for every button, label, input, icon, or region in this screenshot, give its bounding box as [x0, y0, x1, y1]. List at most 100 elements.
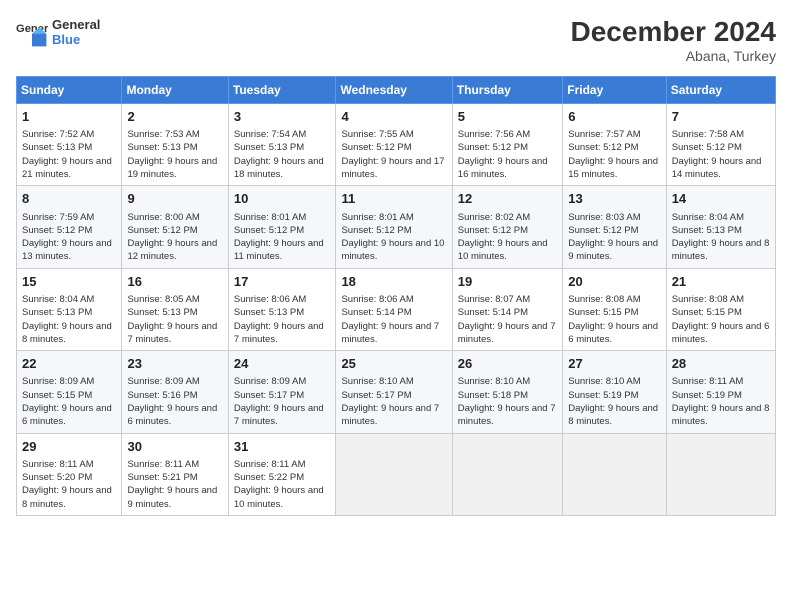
- day-info: Sunrise: 8:11 AMSunset: 5:19 PMDaylight:…: [672, 375, 770, 428]
- day-number: 21: [672, 273, 770, 291]
- day-info: Sunrise: 8:04 AMSunset: 5:13 PMDaylight:…: [22, 293, 116, 346]
- day-number: 20: [568, 273, 660, 291]
- day-number: 6: [568, 108, 660, 126]
- day-number: 23: [127, 355, 222, 373]
- col-header-monday: Monday: [122, 77, 228, 104]
- calendar-cell: [666, 433, 775, 515]
- calendar-cell: 27 Sunrise: 8:10 AMSunset: 5:19 PMDayligh…: [563, 351, 666, 433]
- day-info: Sunrise: 8:08 AMSunset: 5:15 PMDaylight:…: [672, 293, 770, 346]
- day-info: Sunrise: 7:54 AMSunset: 5:13 PMDaylight:…: [234, 128, 331, 181]
- day-info: Sunrise: 8:09 AMSunset: 5:17 PMDaylight:…: [234, 375, 331, 428]
- day-number: 11: [341, 190, 446, 208]
- calendar-cell: 7 Sunrise: 7:58 AMSunset: 5:12 PMDaylight…: [666, 104, 775, 186]
- page-header: General General Blue December 2024 Abana…: [16, 16, 776, 64]
- day-number: 10: [234, 190, 331, 208]
- calendar-cell: 15 Sunrise: 8:04 AMSunset: 5:13 PMDayligh…: [17, 268, 122, 350]
- day-number: 16: [127, 273, 222, 291]
- calendar-cell: 28 Sunrise: 8:11 AMSunset: 5:19 PMDayligh…: [666, 351, 775, 433]
- calendar-cell: 9 Sunrise: 8:00 AMSunset: 5:12 PMDaylight…: [122, 186, 228, 268]
- day-info: Sunrise: 7:58 AMSunset: 5:12 PMDaylight:…: [672, 128, 770, 181]
- calendar-cell: 17 Sunrise: 8:06 AMSunset: 5:13 PMDayligh…: [228, 268, 336, 350]
- calendar-table: SundayMondayTuesdayWednesdayThursdayFrid…: [16, 76, 776, 516]
- calendar-cell: 8 Sunrise: 7:59 AMSunset: 5:12 PMDaylight…: [17, 186, 122, 268]
- month-title: December 2024: [571, 16, 776, 48]
- location: Abana, Turkey: [571, 48, 776, 64]
- day-info: Sunrise: 8:10 AMSunset: 5:17 PMDaylight:…: [341, 375, 446, 428]
- calendar-cell: [336, 433, 452, 515]
- col-header-thursday: Thursday: [452, 77, 562, 104]
- calendar-cell: [452, 433, 562, 515]
- calendar-cell: 21 Sunrise: 8:08 AMSunset: 5:15 PMDayligh…: [666, 268, 775, 350]
- day-info: Sunrise: 8:09 AMSunset: 5:15 PMDaylight:…: [22, 375, 116, 428]
- day-number: 2: [127, 108, 222, 126]
- calendar-cell: 2 Sunrise: 7:53 AMSunset: 5:13 PMDaylight…: [122, 104, 228, 186]
- calendar-cell: 19 Sunrise: 8:07 AMSunset: 5:14 PMDayligh…: [452, 268, 562, 350]
- calendar-cell: 10 Sunrise: 8:01 AMSunset: 5:12 PMDayligh…: [228, 186, 336, 268]
- day-info: Sunrise: 8:11 AMSunset: 5:20 PMDaylight:…: [22, 458, 116, 511]
- day-number: 24: [234, 355, 331, 373]
- day-number: 8: [22, 190, 116, 208]
- day-info: Sunrise: 7:55 AMSunset: 5:12 PMDaylight:…: [341, 128, 446, 181]
- calendar-cell: 20 Sunrise: 8:08 AMSunset: 5:15 PMDayligh…: [563, 268, 666, 350]
- day-number: 30: [127, 438, 222, 456]
- week-row-2: 8 Sunrise: 7:59 AMSunset: 5:12 PMDaylight…: [17, 186, 776, 268]
- day-info: Sunrise: 8:05 AMSunset: 5:13 PMDaylight:…: [127, 293, 222, 346]
- day-number: 12: [458, 190, 557, 208]
- day-number: 31: [234, 438, 331, 456]
- day-info: Sunrise: 7:52 AMSunset: 5:13 PMDaylight:…: [22, 128, 116, 181]
- day-number: 26: [458, 355, 557, 373]
- day-info: Sunrise: 8:10 AMSunset: 5:19 PMDaylight:…: [568, 375, 660, 428]
- calendar-cell: 31Sunrise: 8:11 AMSunset: 5:22 PMDayligh…: [228, 433, 336, 515]
- col-header-sunday: Sunday: [17, 77, 122, 104]
- calendar-cell: 12 Sunrise: 8:02 AMSunset: 5:12 PMDayligh…: [452, 186, 562, 268]
- day-number: 19: [458, 273, 557, 291]
- day-info: Sunrise: 8:06 AMSunset: 5:13 PMDaylight:…: [234, 293, 331, 346]
- day-number: 13: [568, 190, 660, 208]
- calendar-cell: 26 Sunrise: 8:10 AMSunset: 5:18 PMDayligh…: [452, 351, 562, 433]
- day-info: Sunrise: 7:56 AMSunset: 5:12 PMDaylight:…: [458, 128, 557, 181]
- day-number: 9: [127, 190, 222, 208]
- calendar-cell: 14 Sunrise: 8:04 AMSunset: 5:13 PMDayligh…: [666, 186, 775, 268]
- day-info: Sunrise: 8:02 AMSunset: 5:12 PMDaylight:…: [458, 211, 557, 264]
- calendar-cell: 4 Sunrise: 7:55 AMSunset: 5:12 PMDaylight…: [336, 104, 452, 186]
- day-number: 14: [672, 190, 770, 208]
- day-number: 4: [341, 108, 446, 126]
- col-header-tuesday: Tuesday: [228, 77, 336, 104]
- day-info: Sunrise: 8:07 AMSunset: 5:14 PMDaylight:…: [458, 293, 557, 346]
- day-info: Sunrise: 7:53 AMSunset: 5:13 PMDaylight:…: [127, 128, 222, 181]
- calendar-cell: 25 Sunrise: 8:10 AMSunset: 5:17 PMDayligh…: [336, 351, 452, 433]
- day-number: 17: [234, 273, 331, 291]
- day-number: 29: [22, 438, 116, 456]
- day-info: Sunrise: 8:00 AMSunset: 5:12 PMDaylight:…: [127, 211, 222, 264]
- day-info: Sunrise: 8:01 AMSunset: 5:12 PMDaylight:…: [234, 211, 331, 264]
- calendar-cell: 30Sunrise: 8:11 AMSunset: 5:21 PMDayligh…: [122, 433, 228, 515]
- day-info: Sunrise: 8:06 AMSunset: 5:14 PMDaylight:…: [341, 293, 446, 346]
- day-number: 7: [672, 108, 770, 126]
- day-number: 25: [341, 355, 446, 373]
- logo: General General Blue: [16, 16, 100, 48]
- calendar-cell: 22Sunrise: 8:09 AMSunset: 5:15 PMDayligh…: [17, 351, 122, 433]
- day-number: 28: [672, 355, 770, 373]
- day-info: Sunrise: 8:10 AMSunset: 5:18 PMDaylight:…: [458, 375, 557, 428]
- day-info: Sunrise: 7:59 AMSunset: 5:12 PMDaylight:…: [22, 211, 116, 264]
- day-info: Sunrise: 8:04 AMSunset: 5:13 PMDaylight:…: [672, 211, 770, 264]
- day-number: 1: [22, 108, 116, 126]
- day-number: 27: [568, 355, 660, 373]
- day-info: Sunrise: 7:57 AMSunset: 5:12 PMDaylight:…: [568, 128, 660, 181]
- calendar-cell: 24 Sunrise: 8:09 AMSunset: 5:17 PMDayligh…: [228, 351, 336, 433]
- day-info: Sunrise: 8:08 AMSunset: 5:15 PMDaylight:…: [568, 293, 660, 346]
- week-row-5: 29 Sunrise: 8:11 AMSunset: 5:20 PMDayligh…: [17, 433, 776, 515]
- day-number: 5: [458, 108, 557, 126]
- calendar-cell: 11 Sunrise: 8:01 AMSunset: 5:12 PMDayligh…: [336, 186, 452, 268]
- day-info: Sunrise: 8:03 AMSunset: 5:12 PMDaylight:…: [568, 211, 660, 264]
- day-number: 15: [22, 273, 116, 291]
- calendar-cell: 3 Sunrise: 7:54 AMSunset: 5:13 PMDaylight…: [228, 104, 336, 186]
- col-header-saturday: Saturday: [666, 77, 775, 104]
- day-number: 18: [341, 273, 446, 291]
- day-info: Sunrise: 8:01 AMSunset: 5:12 PMDaylight:…: [341, 211, 446, 264]
- calendar-cell: 1 Sunrise: 7:52 AMSunset: 5:13 PMDaylight…: [17, 104, 122, 186]
- calendar-cell: 18 Sunrise: 8:06 AMSunset: 5:14 PMDayligh…: [336, 268, 452, 350]
- calendar-cell: 29 Sunrise: 8:11 AMSunset: 5:20 PMDayligh…: [17, 433, 122, 515]
- day-number: 3: [234, 108, 331, 126]
- week-row-3: 15 Sunrise: 8:04 AMSunset: 5:13 PMDayligh…: [17, 268, 776, 350]
